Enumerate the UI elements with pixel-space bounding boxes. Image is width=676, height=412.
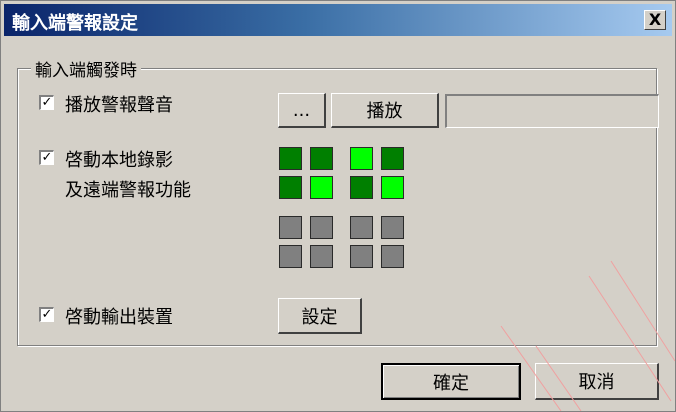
output-device-label: 啓動輸出裝置 xyxy=(65,307,173,328)
camera-cell-disabled xyxy=(310,245,333,268)
sound-file-field[interactable] xyxy=(445,94,659,128)
record-alarm-checkbox[interactable]: ✓ xyxy=(39,150,54,165)
camera-cell-disabled xyxy=(381,245,404,268)
camera-cell[interactable] xyxy=(381,147,404,170)
alarm-settings-dialog: 輸入端警報設定 X 輸入端觸發時 ✓ 播放警報聲音 ... 播放 ✓ 啓動本地錄… xyxy=(0,0,676,412)
close-icon: X xyxy=(648,10,662,29)
settings-button-label: 設定 xyxy=(301,306,338,328)
record-label-line2: 及遠端警報功能 xyxy=(65,180,191,201)
browse-sound-button[interactable]: ... xyxy=(278,93,326,128)
checkmark-icon: ✓ xyxy=(41,95,53,110)
checkmark-icon: ✓ xyxy=(41,307,53,322)
camera-cell[interactable] xyxy=(350,147,373,170)
checkmark-icon: ✓ xyxy=(41,150,53,165)
ok-button-label: 確定 xyxy=(433,372,469,394)
camera-cell-disabled xyxy=(381,216,404,239)
play-button-label: 播放 xyxy=(366,101,403,122)
cancel-button[interactable]: 取消 xyxy=(535,363,659,400)
ok-button[interactable]: 確定 xyxy=(381,363,521,400)
camera-cell-disabled xyxy=(350,216,373,239)
close-button[interactable]: X xyxy=(644,10,666,30)
camera-cell[interactable] xyxy=(310,147,333,170)
play-sound-label: 播放警報聲音 xyxy=(65,95,173,116)
cancel-button-label: 取消 xyxy=(578,372,615,393)
camera-cell-disabled xyxy=(310,216,333,239)
group-legend: 輸入端觸發時 xyxy=(31,56,141,81)
camera-cell[interactable] xyxy=(279,176,302,199)
play-sound-checkbox[interactable]: ✓ xyxy=(39,95,54,110)
camera-cell-disabled xyxy=(279,216,302,239)
dialog-title: 輸入端警報設定 xyxy=(12,13,138,34)
camera-cell[interactable] xyxy=(350,176,373,199)
output-device-checkbox[interactable]: ✓ xyxy=(39,307,54,322)
record-label-line1: 啓動本地錄影 xyxy=(65,150,173,171)
camera-cell[interactable] xyxy=(279,147,302,170)
camera-cell-disabled xyxy=(350,245,373,268)
output-settings-button[interactable]: 設定 xyxy=(278,298,362,334)
play-sound-button[interactable]: 播放 xyxy=(331,93,439,128)
title-bar[interactable]: 輸入端警報設定 X xyxy=(4,4,672,36)
ellipsis-icon: ... xyxy=(292,99,311,121)
camera-cell[interactable] xyxy=(381,176,404,199)
camera-cell-disabled xyxy=(279,245,302,268)
camera-cell[interactable] xyxy=(310,176,333,199)
